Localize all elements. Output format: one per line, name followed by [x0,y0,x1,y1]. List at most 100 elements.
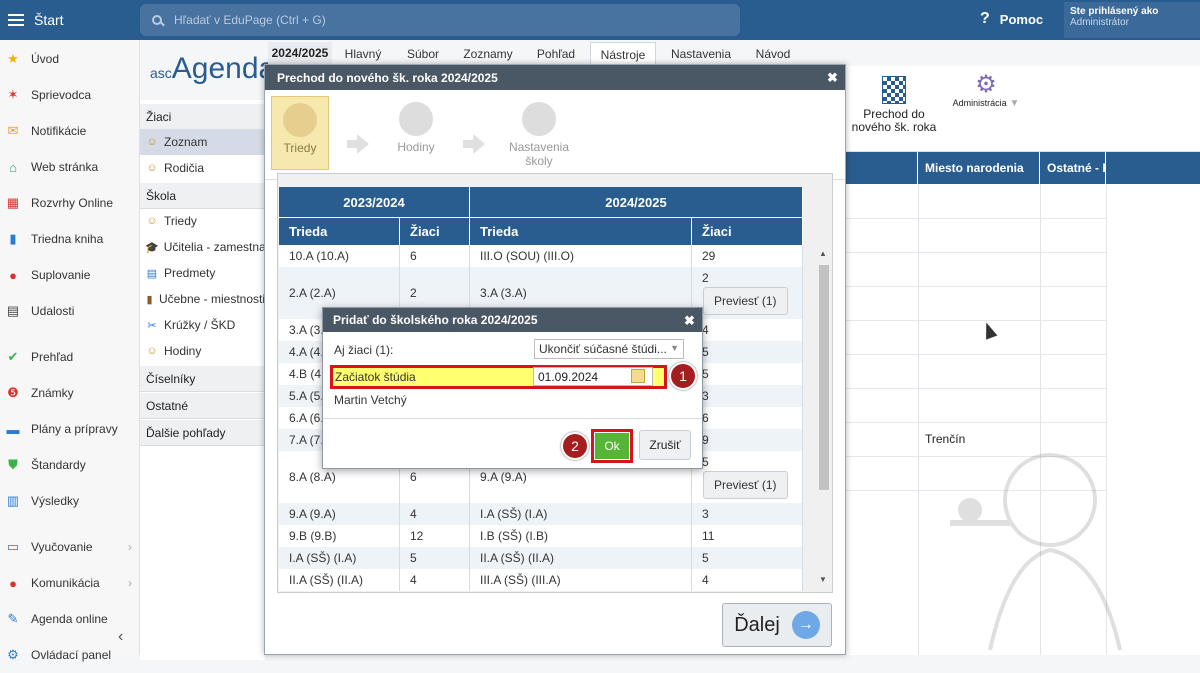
wizard-steps: Triedy Hodiny Nastavenia školy [265,90,845,180]
sidebar-item-udalosti[interactable]: ▤ Udalosti [0,293,140,329]
tab-hlavny[interactable]: Hlavný [334,42,392,66]
agenda-logo: ascAgenda [150,52,275,86]
school-year-selector[interactable]: 2024/2025 [268,42,332,64]
sidebar-item-komunikacia[interactable]: ● Komunikácia › [0,565,140,601]
calendar-icon[interactable] [631,369,645,383]
wizard-step-hodiny[interactable]: Hodiny [387,96,445,170]
shield-icon: ⛊ [8,457,18,472]
table-cell-new: II.A (SŠ) (II.A) [470,547,692,569]
step-badge-2: 2 [561,432,589,460]
scroll-up-icon[interactable]: ▲ [819,249,827,258]
col-ziaci-new: Žiaci [692,217,803,245]
add-to-year-dialog: Pridať do školského roka 2024/2025 ✖ Aj … [322,307,703,469]
open-book-icon: ▭ [6,539,20,554]
submenu-item-kruzky[interactable]: ✂ Krúžky / ŠKD [140,312,265,338]
tab-subor[interactable]: Súbor [394,42,452,66]
close-icon[interactable]: ✖ [684,313,695,329]
sidebar-item-label: Udalosti [31,304,75,318]
submenu-header-skola[interactable]: Škola [140,183,265,209]
previest-button[interactable]: Previesť (1) [703,471,788,499]
grid-col-ostatne[interactable]: Ostatné - P [1040,152,1106,184]
checkered-flag-icon [882,76,906,104]
collapse-sidebar-icon[interactable]: ‹ [118,628,123,646]
sidebar-item-triedna-kniha[interactable]: ▮ Triedna kniha [0,221,140,257]
grid-col-miesto[interactable]: Miesto narodenia [918,152,1040,184]
tab-nastroje[interactable]: Nástroje [590,42,656,66]
tab-pohlad[interactable]: Pohľad [525,42,587,66]
sidebar-item-label: Výsledky [31,494,80,508]
submenu-item-label: Rodičia [164,161,205,175]
tab-zoznamy[interactable]: Zoznamy [455,42,521,66]
year-old-header: 2023/2024 [279,187,470,217]
sidebar-item-prehlad[interactable]: ✔ Prehľad [0,339,140,375]
chat-icon: ● [9,575,17,591]
sidebar-item-label: Triedna kniha [31,232,104,246]
cancel-button[interactable]: Zrušiť [639,430,691,460]
dialog-title-bar: Pridať do školského roka 2024/2025 [323,308,702,332]
step-badge-1: 1 [669,362,697,390]
sidebar-item-web-stranka[interactable]: ⌂ Web stránka [0,149,140,185]
table-cell-old-n: 4 [400,503,470,525]
sidebar-item-notifikacie[interactable]: ✉ Notifikácie [0,113,140,149]
sidebar-item-label: Prehľad [31,350,74,364]
submenu-item-triedy[interactable]: ☺ Triedy [140,208,265,234]
submenu-header-ciselniky[interactable]: Číselníky [140,366,265,392]
sidebar-item-plany[interactable]: ▬ Plány a prípravy [0,411,140,447]
year-new-header: 2024/2025 [470,187,803,217]
prechod-button[interactable]: Prechod do nového šk. roka [846,74,942,134]
aj-ziaci-select[interactable]: Ukončiť súčasné štúdi... ▼ [534,339,684,359]
wizard-step-nastavenia[interactable]: Nastavenia školy [501,96,577,170]
submenu-item-zoznam[interactable]: ☺ Zoznam [140,129,265,155]
tab-nastavenia[interactable]: Nastavenia [660,42,742,66]
user-box[interactable]: Ste prihlásený ako Administrátor [1064,2,1200,38]
submenu-item-ucebne[interactable]: ▮ Učebne - miestnosti [140,286,265,312]
teacher-icon: 🎓 [145,241,159,254]
students-icon [283,103,317,137]
sidebar-item-znamky[interactable]: ❺ Známky [0,375,140,411]
sidebar-item-sprievodca[interactable]: ✶ Sprievodca [0,77,140,113]
parents-icon: ☺ [146,162,158,174]
star-icon: ★ [7,51,19,66]
close-icon[interactable]: ✖ [827,70,838,86]
search-input[interactable]: Hľadať v EduPage (Ctrl + G) [140,4,740,36]
administracia-button[interactable]: ⚙ Administrácia ▼ [946,73,1026,110]
submenu-item-label: Krúžky / ŠKD [164,318,236,332]
bell-icon [399,102,433,136]
sidebar-item-suplovanie[interactable]: ● Suplovanie [0,257,140,293]
ok-button[interactable]: Ok [595,433,629,459]
arrow-right-icon: → [791,611,820,639]
submenu-header-ziaci[interactable]: Žiaci [140,104,265,130]
help-button[interactable]: ? Pomoc [980,10,1043,28]
submenu: Žiaci ☺ Zoznam ☺ Rodičia Škola ☺ Triedy 🎓 Uč… [140,100,265,660]
submenu-header-ostatne[interactable]: Ostatné [140,393,265,419]
grid-icon: ▦ [6,195,20,210]
submenu-item-rodicia[interactable]: ☺ Rodičia [140,155,265,181]
table-cell-new-n: 6 [692,407,803,429]
zaciatok-label: Začiatok štúdia [335,370,416,384]
table-cell-new-n: 3 [692,385,803,407]
table-cell-new: III.A (SŠ) (III.A) [470,569,692,591]
next-button[interactable]: Ďalej → [722,603,832,647]
sidebar-item-vyucovanie[interactable]: ▭ Vyučovanie › [0,529,140,565]
admin-label: Administrácia [952,98,1007,108]
submenu-item-hodiny[interactable]: ☺ Hodiny [140,338,265,364]
submenu-item-label: Učitelia - zamestnanci [163,240,265,254]
sidebar-item-vysledky[interactable]: ▥ Výsledky [0,483,140,519]
sidebar-item-standardy[interactable]: ⛊ Štandardy [0,447,140,483]
scrollbar-thumb[interactable] [819,265,829,490]
hamburger-icon [8,14,24,26]
dialog-title: Pridať do školského roka 2024/2025 [333,313,538,327]
start-menu-button[interactable]: Štart [0,0,140,40]
sidebar-item-uvod[interactable]: ★ Úvod [0,41,140,77]
tab-navod[interactable]: Návod [746,42,800,66]
previest-button[interactable]: Previesť (1) [703,287,788,315]
dialog-title: Prechod do nového šk. roka 2024/2025 [277,70,498,85]
scroll-down-icon[interactable]: ▼ [819,575,827,584]
sidebar-item-label: Vyučovanie [31,540,93,554]
submenu-item-predmety[interactable]: ▤ Predmety [140,260,265,286]
sidebar-item-rozvrhy[interactable]: ▦ Rozvrhy Online [0,185,140,221]
submenu-item-ucitelia[interactable]: 🎓 Učitelia - zamestnanci [140,234,265,260]
question-icon: ? [980,10,990,27]
wizard-step-triedy[interactable]: Triedy [271,96,329,170]
submenu-header-dalsie[interactable]: Ďalšie pohľady [140,420,265,446]
